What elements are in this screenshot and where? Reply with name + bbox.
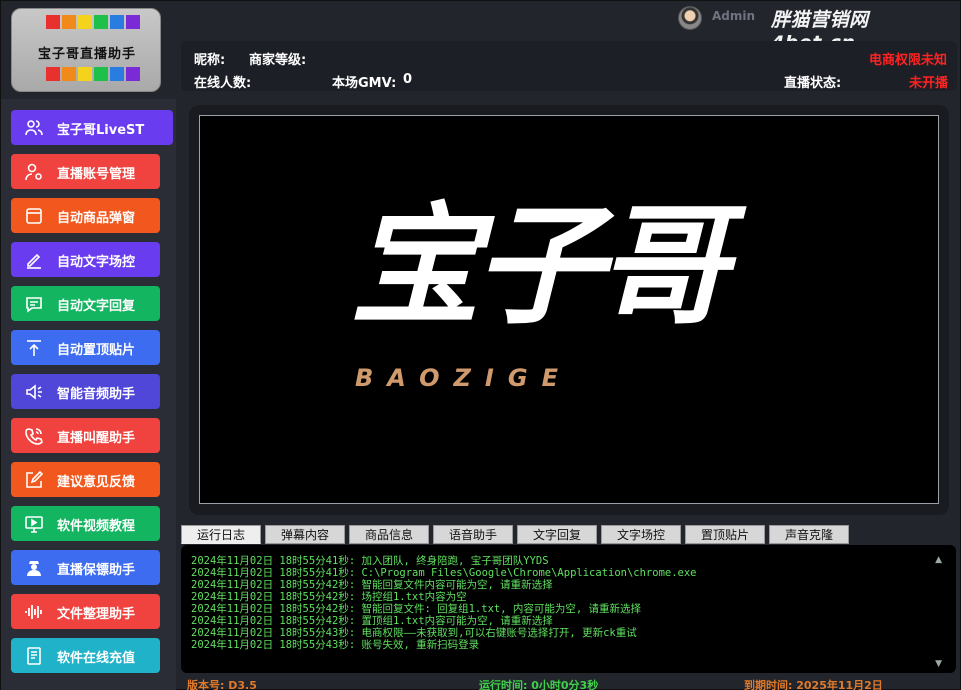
gmv-value: 0 — [403, 72, 413, 87]
tab-pin-sticker[interactable]: 置顶贴片 — [685, 525, 765, 544]
logo-color-bar — [62, 67, 76, 81]
waveform-icon — [25, 605, 42, 619]
monitor-icon — [25, 516, 43, 533]
sidebar-item-file-organizer[interactable]: 文件整理助手 — [11, 594, 160, 629]
nickname-label: 昵称: — [194, 53, 226, 68]
log-line: 2024年11月02日 18时55分42秒: 场控组1.txt内容为空 — [191, 591, 467, 603]
logo-color-bar — [46, 15, 60, 29]
live-status-label: 直播状态: — [784, 76, 842, 91]
users-icon — [25, 120, 43, 136]
sidebar-item-text-control[interactable]: 自动文字场控 — [11, 242, 160, 277]
tab-text-control[interactable]: 文字场控 — [601, 525, 681, 544]
runtime-label: 运行时间: 0小时0分3秒 — [479, 679, 599, 690]
sidebar-item-livest[interactable]: 宝子哥LiveST — [11, 110, 173, 145]
log-line: 2024年11月02日 18时55分42秒: 智能回复文件: 回复组1.txt,… — [191, 603, 642, 615]
logo-color-bar — [46, 67, 60, 81]
app-window: 宝子哥直播助手 Admin 胖猫营销网 4bot.cn 昵称: 商家等级: 电商… — [0, 0, 961, 690]
sidebar-item-label: 自动文字回复 — [57, 299, 136, 314]
user-settings-icon — [25, 163, 42, 181]
document-icon — [27, 647, 41, 665]
chat-icon — [26, 297, 42, 313]
sidebar-item-bodyguard[interactable]: 直播保镖助手 — [11, 550, 160, 585]
tab-danmaku[interactable]: 弹幕内容 — [265, 525, 345, 544]
user-name: Admin — [712, 9, 756, 23]
logo-text: 宝子哥直播助手 — [37, 47, 136, 62]
sidebar-item-label: 建议意见反馈 — [57, 475, 136, 490]
guard-icon — [27, 561, 41, 576]
logo-color-bar — [62, 15, 76, 29]
tab-run-log[interactable]: 运行日志 — [181, 525, 261, 544]
sidebar-item-label: 软件在线充值 — [57, 651, 136, 666]
logo-color-bar — [110, 67, 124, 81]
logo-color-bar — [126, 15, 140, 29]
log-line: 2024年11月02日 18时55分41秒: C:\Program Files\… — [191, 567, 697, 579]
sidebar-item-audio-assistant[interactable]: 智能音频助手 — [11, 374, 160, 409]
logo-color-bar — [126, 67, 140, 81]
sidebar-item-label: 智能音频助手 — [57, 387, 136, 402]
sidebar-item-product-popup[interactable]: 自动商品弹窗 — [11, 198, 160, 233]
speaker-icon — [26, 384, 42, 400]
sidebar-item-account-management[interactable]: 直播账号管理 — [11, 154, 160, 189]
sidebar-item-pin-sticker[interactable]: 自动置顶贴片 — [11, 330, 160, 365]
logo-color-bars-top — [46, 15, 142, 29]
log-line: 2024年11月02日 18时55分41秒: 加入团队, 终身陪跑, 宝子哥团队… — [191, 555, 549, 567]
scroll-down-icon[interactable]: ▼ — [935, 659, 942, 669]
tab-text-reply[interactable]: 文字回复 — [517, 525, 597, 544]
log-line: 2024年11月02日 18时55分42秒: 智能回复文件内容可能为空, 请重新… — [191, 579, 553, 591]
sidebar-item-label: 软件视频教程 — [57, 519, 136, 534]
brand-logo-cn: 宝子哥 — [350, 190, 728, 342]
live-info-panel: 昵称: 商家等级: 电商权限未知 在线人数: 本场GMV: 0 直播状态: 未开… — [181, 41, 957, 91]
logo-color-bar — [110, 15, 124, 29]
live-preview: 宝子哥 BAOZIGE — [199, 115, 939, 504]
log-tabs: 运行日志 弹幕内容 商品信息 语音助手 文字回复 文字场控 置顶贴片 声音克隆 — [181, 525, 853, 544]
live-status-value: 未开播 — [909, 76, 949, 91]
logo-color-bar — [94, 15, 108, 29]
gmv-label: 本场GMV: — [332, 76, 397, 91]
tab-product-info[interactable]: 商品信息 — [349, 525, 429, 544]
sidebar-item-label: 自动文字场控 — [57, 255, 136, 270]
log-line: 2024年11月02日 18时55分43秒: 账号失效, 重新扫码登录 — [191, 639, 480, 651]
pin-top-icon — [27, 340, 41, 356]
sidebar-item-label: 直播账号管理 — [57, 167, 136, 182]
version-label: 版本号: D3.5 — [187, 679, 257, 690]
expire-label: 到期时间: 2025年11月2日 — [744, 679, 883, 690]
phone-icon — [25, 428, 43, 445]
sidebar-item-text-reply[interactable]: 自动文字回复 — [11, 286, 160, 321]
sidebar: 宝子哥LiveST 直播账号管理 自动商品弹窗 自动文字场控 自动文字回复 自动… — [1, 99, 176, 690]
avatar[interactable] — [678, 6, 702, 30]
pen-icon — [27, 253, 41, 269]
sidebar-item-label: 文件整理助手 — [57, 607, 136, 622]
tab-voice-assistant[interactable]: 语音助手 — [433, 525, 513, 544]
brand-logo-en: BAOZIGE — [355, 364, 572, 392]
sidebar-item-wakeup-assistant[interactable]: 直播叫醒助手 — [11, 418, 160, 453]
online-count-label: 在线人数: — [194, 76, 252, 91]
sidebar-item-label: 宝子哥LiveST — [57, 123, 145, 138]
app-logo: 宝子哥直播助手 — [11, 8, 161, 92]
log-line: 2024年11月02日 18时55分43秒: 电商权限——未获取到,可以右键账号… — [191, 627, 637, 639]
sidebar-item-label: 直播叫醒助手 — [57, 431, 136, 446]
logo-color-bar — [78, 15, 92, 29]
window-icon — [26, 208, 42, 224]
sidebar-item-label: 直播保镖助手 — [57, 563, 136, 578]
live-preview-frame: 宝子哥 BAOZIGE — [189, 105, 949, 515]
sidebar-item-feedback[interactable]: 建议意见反馈 — [11, 462, 160, 497]
sidebar-item-label: 自动置顶贴片 — [57, 343, 136, 358]
sidebar-item-video-tutorial[interactable]: 软件视频教程 — [11, 506, 160, 541]
sidebar-item-label: 自动商品弹窗 — [57, 211, 136, 226]
log-line: 2024年11月02日 18时55分42秒: 置顶组1.txt内容可能为空, 请… — [191, 615, 553, 627]
edit-icon — [26, 470, 44, 488]
tab-voice-clone[interactable]: 声音克隆 — [769, 525, 849, 544]
ecommerce-status: 电商权限未知 — [869, 53, 948, 68]
logo-color-bars-bottom — [46, 67, 142, 81]
run-log[interactable]: 2024年11月02日 18时55分41秒: 加入团队, 终身陪跑, 宝子哥团队… — [181, 545, 956, 673]
logo-color-bar — [78, 67, 92, 81]
scroll-up-icon[interactable]: ▲ — [935, 555, 942, 565]
merchant-level-label: 商家等级: — [249, 53, 307, 68]
logo-color-bar — [94, 67, 108, 81]
sidebar-item-online-recharge[interactable]: 软件在线充值 — [11, 638, 160, 673]
